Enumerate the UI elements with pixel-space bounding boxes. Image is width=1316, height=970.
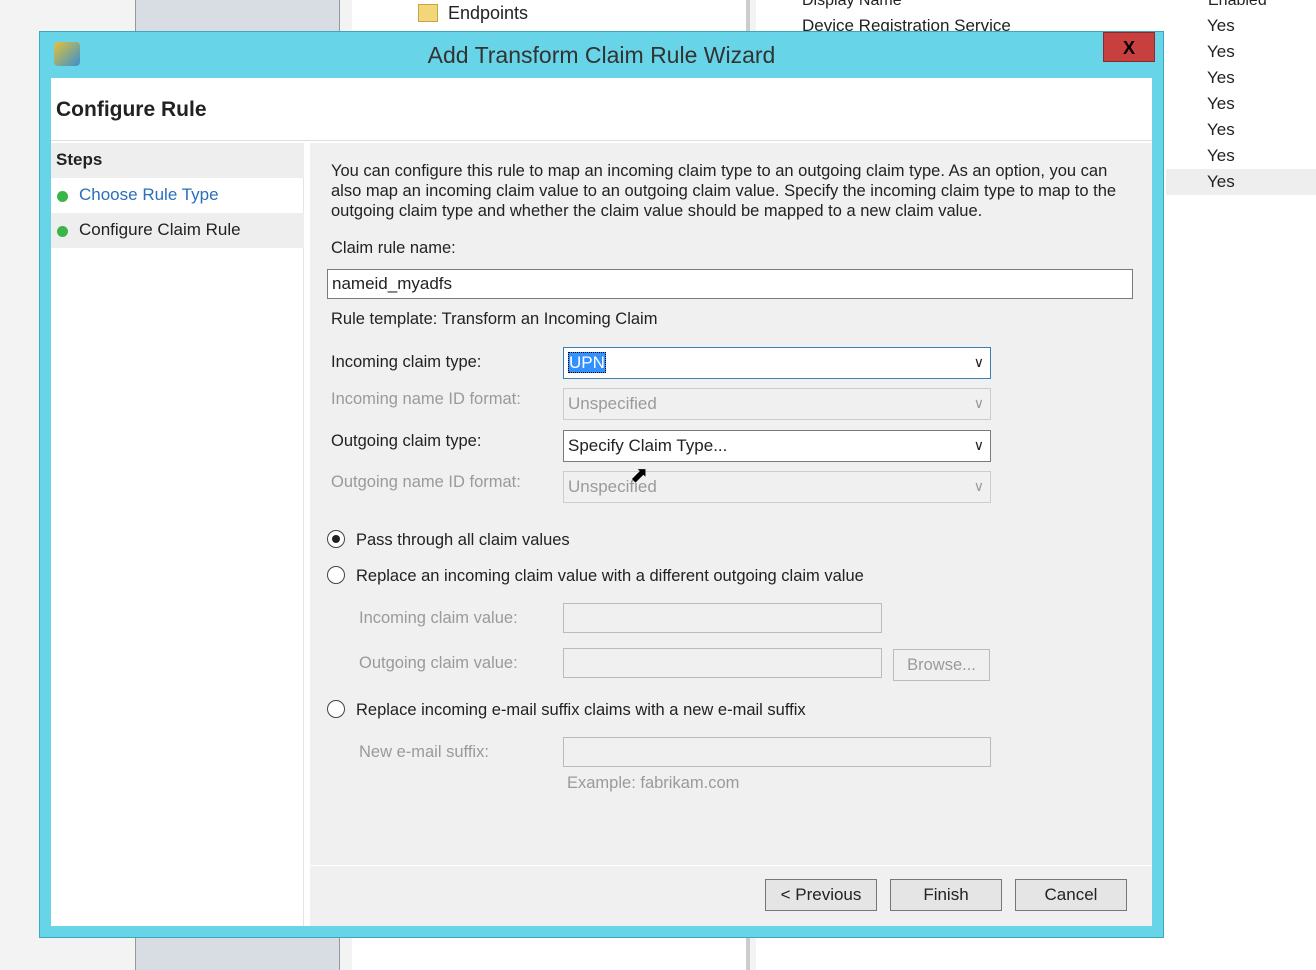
radio-email-suffix[interactable] — [327, 700, 345, 718]
outgoing-claim-value-input[interactable] — [563, 648, 882, 678]
radio-pass-through[interactable] — [327, 530, 345, 548]
step-current-icon — [57, 226, 68, 237]
list-cell-enabled: Yes — [1207, 42, 1235, 61]
steps-panel: Steps Choose Rule Type Configure Claim R… — [51, 143, 304, 926]
outgoing-name-id-label: Outgoing name ID format: — [331, 473, 521, 491]
radio-email-suffix-label[interactable]: Replace incoming e-mail suffix claims wi… — [356, 701, 806, 720]
list-cell-enabled: Yes — [1207, 172, 1235, 191]
incoming-name-id-select[interactable]: Unspecified ∨ — [563, 388, 991, 420]
outgoing-claim-value-label: Outgoing claim value: — [359, 654, 518, 672]
step-configure-claim-rule: Configure Claim Rule — [51, 213, 304, 248]
selected-value: Specify Claim Type... — [568, 436, 728, 455]
new-email-suffix-label: New e-mail suffix: — [359, 743, 489, 761]
steps-heading: Steps — [51, 143, 304, 178]
mouse-cursor-icon: ⬈ — [630, 462, 649, 487]
outgoing-name-id-select[interactable]: Unspecified ∨ — [563, 471, 991, 503]
list-cell-enabled: Yes — [1207, 146, 1235, 165]
radio-pass-through-label[interactable]: Pass through all claim values — [356, 531, 570, 550]
column-header-enabled[interactable]: Enabled — [1208, 0, 1267, 10]
list-cell-enabled: Yes — [1207, 94, 1235, 113]
form-panel: You can configure this rule to map an in… — [310, 143, 1152, 865]
rule-name-label: Claim rule name: — [331, 239, 456, 257]
step-label: Configure Claim Rule — [79, 220, 241, 239]
previous-button[interactable]: < Previous — [765, 879, 877, 911]
button-bar: < Previous Finish Cancel — [310, 865, 1152, 926]
incoming-claim-value-input[interactable] — [563, 603, 882, 633]
finish-button[interactable]: Finish — [890, 879, 1002, 911]
outgoing-claim-type-select[interactable]: Specify Claim Type... ∨ — [563, 430, 991, 462]
cancel-button[interactable]: Cancel — [1015, 879, 1127, 911]
list-cell-enabled: Yes — [1207, 120, 1235, 139]
wizard-dialog: Add Transform Claim Rule Wizard X Config… — [39, 31, 1164, 938]
description-text: You can configure this rule to map an in… — [331, 162, 1117, 220]
step-label: Choose Rule Type — [79, 185, 219, 204]
selected-value: UPN — [568, 352, 606, 373]
chevron-down-icon: ∨ — [973, 437, 984, 453]
page-title: Configure Rule — [56, 98, 207, 121]
folder-icon — [418, 4, 438, 22]
chevron-down-icon: ∨ — [973, 478, 984, 494]
list-cell-enabled: Yes — [1207, 68, 1235, 87]
chevron-down-icon: ∨ — [973, 354, 984, 370]
email-example-text: Example: fabrikam.com — [567, 774, 740, 792]
rule-name-input[interactable]: nameid_myadfs — [327, 269, 1133, 299]
column-header-display-name[interactable]: Display Name — [802, 0, 902, 10]
dialog-title: Add Transform Claim Rule Wizard — [427, 42, 776, 68]
incoming-claim-type-select[interactable]: UPN ∨ — [563, 347, 991, 379]
rule-template-text: Rule template: Transform an Incoming Cla… — [331, 310, 658, 328]
incoming-name-id-label: Incoming name ID format: — [331, 390, 521, 408]
close-button[interactable]: X — [1103, 32, 1155, 62]
list-cell-enabled: Yes — [1207, 16, 1235, 35]
step-complete-icon — [57, 191, 68, 202]
dialog-body: Configure Rule Steps Choose Rule Type Co… — [51, 78, 1152, 926]
selected-value: Unspecified — [568, 394, 657, 413]
step-choose-rule-type[interactable]: Choose Rule Type — [51, 178, 304, 213]
outgoing-claim-type-label: Outgoing claim type: — [331, 432, 482, 450]
incoming-claim-type-label: Incoming claim type: — [331, 353, 482, 371]
new-email-suffix-input[interactable] — [563, 737, 991, 767]
tree-item-endpoints[interactable]: Endpoints — [448, 3, 528, 24]
incoming-claim-value-label: Incoming claim value: — [359, 609, 518, 627]
radio-replace-value-label[interactable]: Replace an incoming claim value with a d… — [356, 567, 864, 586]
chevron-down-icon: ∨ — [973, 395, 984, 411]
radio-replace-value[interactable] — [327, 566, 345, 584]
browse-button[interactable]: Browse... — [893, 649, 990, 681]
